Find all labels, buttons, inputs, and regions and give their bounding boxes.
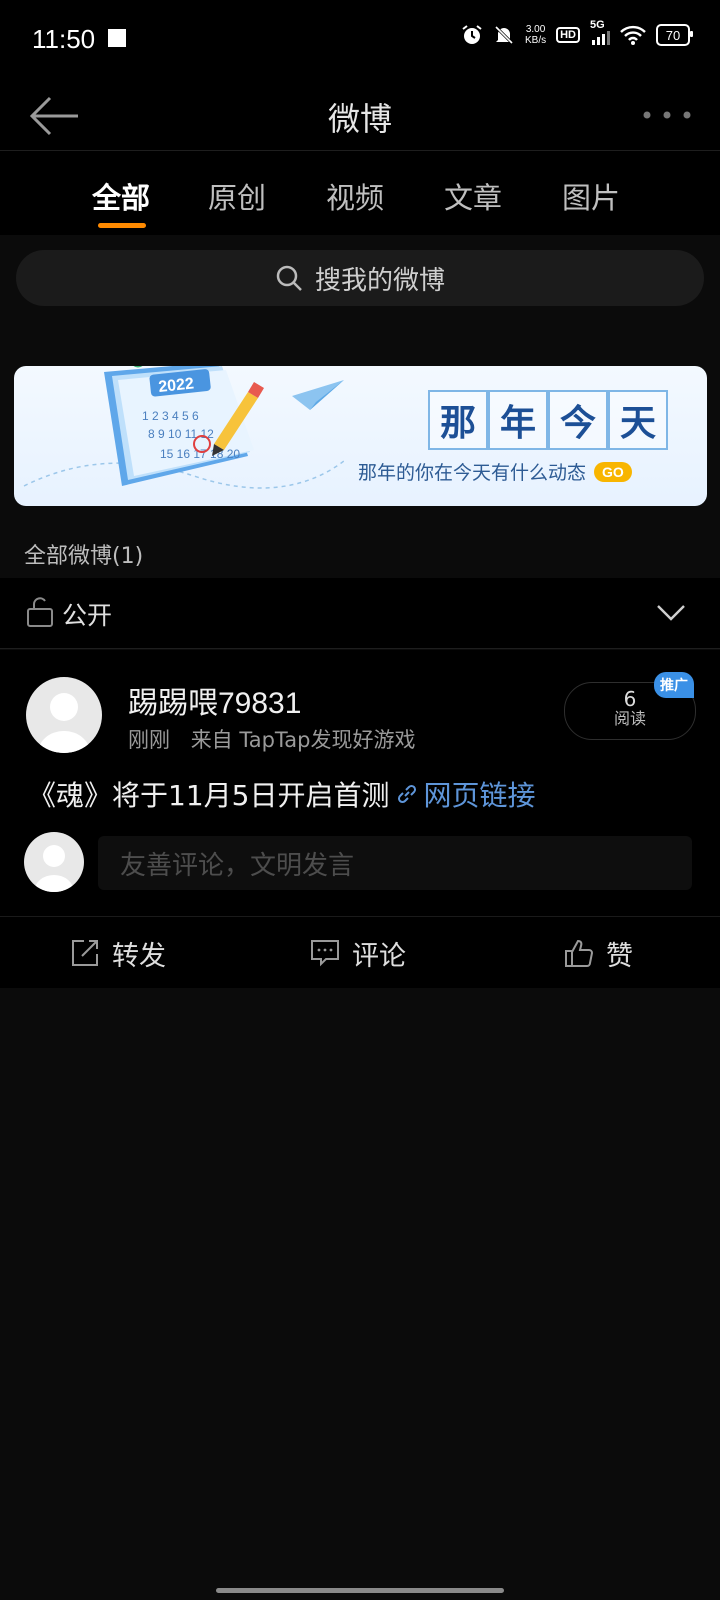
status-bar: 11:50 3.00 KB/s HD 5G 70	[0, 0, 720, 80]
tab-photo[interactable]: 图片	[562, 175, 620, 217]
tab-article[interactable]: 文章	[444, 175, 502, 217]
post-time: 刚刚	[128, 728, 170, 752]
filter-tabs: 全部 原创 视频 文章 图片	[0, 151, 720, 235]
repost-label: 转发	[112, 940, 166, 972]
comment-placeholder: 友善评论，文明发言	[120, 850, 355, 881]
avatar[interactable]	[26, 677, 102, 753]
comment-icon	[311, 940, 339, 967]
section-title: 全部微博(1)	[24, 544, 144, 569]
page-title: 微博	[327, 100, 392, 138]
banner-subtitle: 那年的你在今天有什么动态 GO	[358, 458, 632, 485]
active-tab-indicator	[98, 223, 146, 228]
net-speed: 3.00 KB/s	[524, 24, 547, 46]
banner-title-char: 年	[488, 390, 548, 450]
comment-button[interactable]: 评论	[310, 917, 406, 989]
privacy-filter[interactable]: 公开	[0, 578, 720, 649]
default-avatar-icon	[34, 845, 74, 892]
thumbs-up-icon	[565, 939, 594, 967]
home-indicator[interactable]	[216, 1588, 504, 1593]
mute-bell-icon	[494, 25, 514, 45]
post-actions: 转发 评论 赞	[0, 916, 720, 989]
promote-badge[interactable]: 推广	[654, 672, 694, 698]
more-options-icon[interactable]	[640, 100, 694, 130]
calendar-illustration: 2022 1 2 3 4 5 6 8 9 10 11 12 15 16 17 1…	[23, 366, 344, 489]
link-icon	[398, 784, 417, 804]
privacy-label: 公开	[62, 601, 113, 630]
repost-icon	[72, 940, 98, 966]
chevron-down-icon[interactable]	[656, 604, 686, 622]
status-time: 11:50	[32, 24, 96, 54]
banner-title-char: 那	[428, 390, 488, 450]
wifi-icon	[620, 25, 646, 45]
hd-icon: HD	[556, 27, 580, 43]
like-button[interactable]: 赞	[564, 917, 633, 989]
default-avatar-icon	[38, 693, 90, 753]
comment-input[interactable]: 友善评论，文明发言	[98, 836, 692, 890]
svg-text:15 16 17 18 20: 15 16 17 18 20	[160, 447, 240, 461]
banner-title: 那 年 今 天	[428, 390, 668, 450]
banner-title-char: 天	[608, 390, 668, 450]
svg-text:1 2 3 4 5 6: 1 2 3 4 5 6	[142, 409, 199, 423]
post-source: 来自 TapTap发现好游戏	[190, 728, 416, 752]
section-header: 全部微博(1)	[0, 516, 720, 576]
search-placeholder: 搜我的微博	[314, 265, 445, 296]
comment-label: 评论	[352, 940, 406, 972]
search-icon	[276, 265, 302, 291]
web-link-label: 网页链接	[423, 779, 536, 812]
signal-icon: 5G	[590, 19, 610, 45]
app-header: 微博	[0, 80, 720, 151]
svg-text:8 9 10 11 12: 8 9 10 11 12	[148, 427, 214, 441]
on-this-day-banner[interactable]: 2022 1 2 3 4 5 6 8 9 10 11 12 15 16 17 1…	[14, 366, 707, 506]
notification-icon	[108, 29, 126, 47]
user-name[interactable]: 踢踢喂79831	[128, 678, 301, 722]
search-input[interactable]: 搜我的微博	[16, 250, 704, 306]
post-meta: 刚刚 来自 TapTap发现好游戏	[128, 724, 415, 754]
unlock-icon	[27, 597, 53, 627]
repost-button[interactable]: 转发	[70, 917, 166, 989]
tab-video[interactable]: 视频	[326, 175, 384, 217]
like-label: 赞	[606, 940, 633, 972]
my-avatar	[24, 832, 84, 892]
read-label: 阅读	[613, 709, 646, 728]
tab-all[interactable]: 全部	[92, 175, 150, 217]
post-card: 踢踢喂79831 刚刚 来自 TapTap发现好游戏 6 阅读 推广 《魂》将于…	[0, 650, 720, 988]
tab-original[interactable]: 原创	[208, 175, 266, 217]
web-link[interactable]: 网页链接	[395, 774, 535, 814]
banner-title-char: 今	[548, 390, 608, 450]
go-button[interactable]: GO	[594, 461, 632, 482]
battery-icon: 70	[656, 24, 693, 46]
post-text: 《魂》将于11月5日开启首测	[28, 779, 390, 812]
alarm-icon	[462, 25, 482, 44]
status-icons: 3.00 KB/s HD 5G 70	[461, 19, 693, 46]
post-content: 《魂》将于11月5日开启首测 网页链接	[28, 774, 535, 814]
banner-subtitle-text: 那年的你在今天有什么动态	[358, 462, 587, 484]
search-area: 搜我的微博	[0, 236, 720, 322]
